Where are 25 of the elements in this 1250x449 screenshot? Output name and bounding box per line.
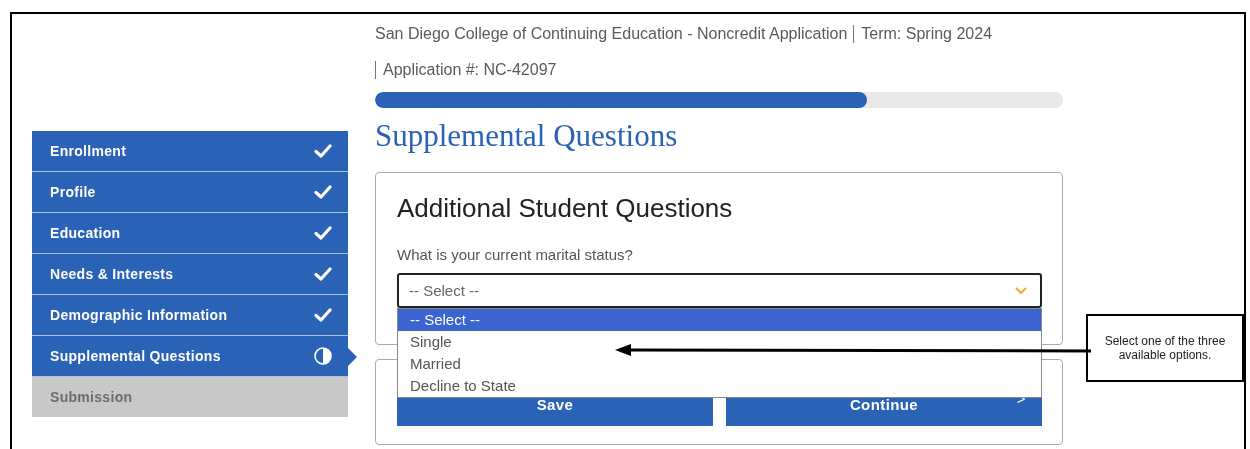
select-field[interactable]: -- Select -- <box>397 273 1042 308</box>
sidebar-item[interactable]: Supplemental Questions <box>32 336 348 377</box>
sidebar-item[interactable]: Enrollment <box>32 131 348 172</box>
sidebar-item[interactable]: Demographic Information <box>32 295 348 336</box>
dropdown-option[interactable]: Single <box>410 331 452 353</box>
sidebar-item[interactable]: Needs & Interests <box>32 254 348 295</box>
question-label: What is your current marital status? <box>397 246 634 263</box>
chevron-down-icon <box>1014 286 1028 295</box>
sidebar-item[interactable]: Submission <box>32 377 348 417</box>
college-name: San Diego College of Continuing Education - Noncredit Application <box>375 25 848 43</box>
check-icon <box>314 225 332 241</box>
page-title: Supplemental Questions <box>375 118 679 154</box>
application-number: Application #: NC-42097 <box>375 61 557 79</box>
dropdown-option[interactable]: Married <box>410 353 461 375</box>
dropdown-option[interactable]: -- Select -- <box>410 309 480 331</box>
check-icon <box>314 143 332 159</box>
sidebar-item[interactable]: Education <box>32 213 348 254</box>
check-icon <box>314 184 332 200</box>
check-icon <box>314 307 332 323</box>
check-icon <box>314 266 332 282</box>
term-label: Term: Spring 2024 <box>853 25 993 43</box>
half-circle-icon <box>314 347 332 365</box>
sidebar-item[interactable]: Profile <box>32 172 348 213</box>
callout-note: Select one of the three available options. <box>1086 314 1244 382</box>
card-title: Additional Student Questions <box>397 193 734 224</box>
